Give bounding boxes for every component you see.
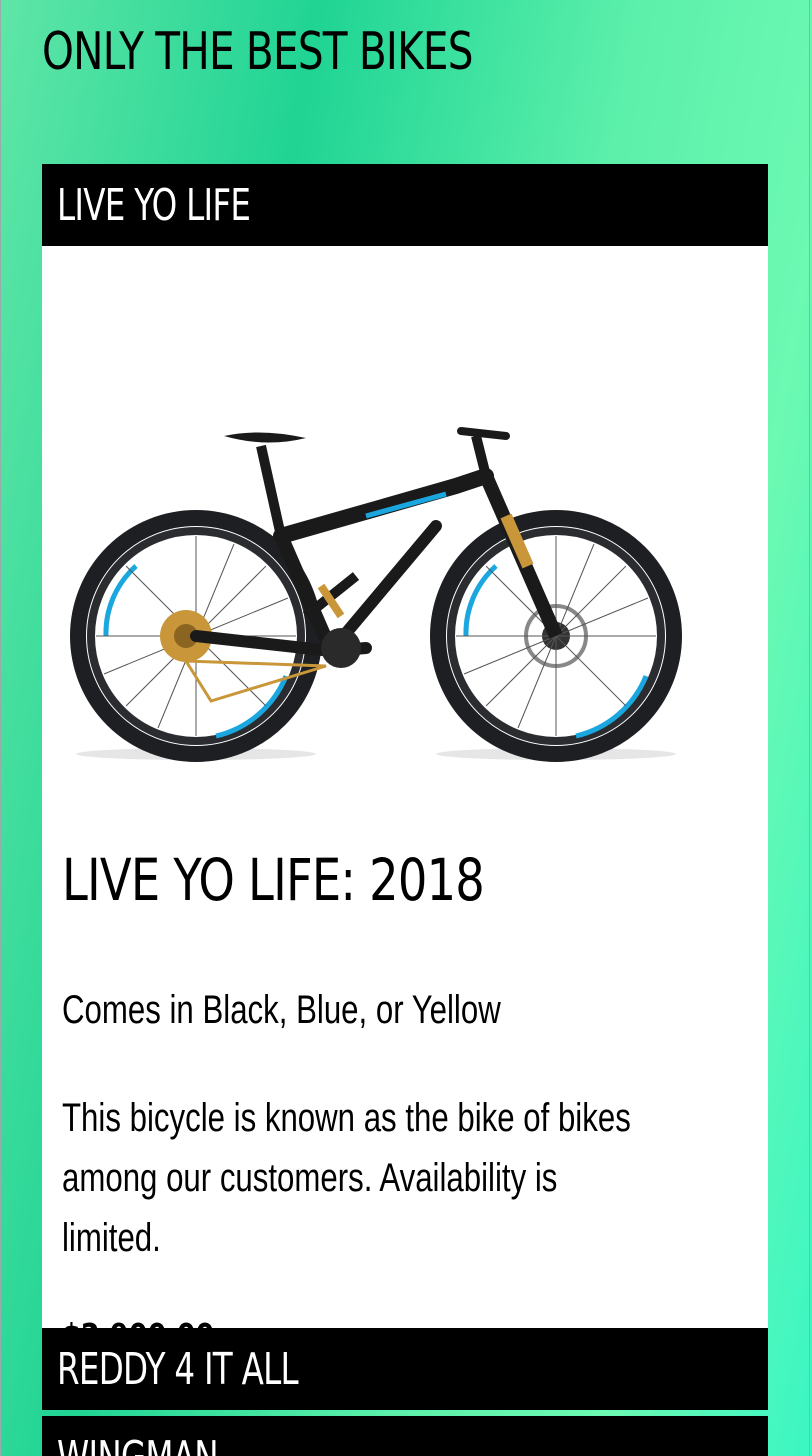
accordion-header-wingman[interactable]: WINGMAN xyxy=(42,1416,768,1456)
bike-accordion: LIVE YO LIFE LIVE YO LIFE: 2018 Comes in… xyxy=(42,164,768,1456)
product-title: LIVE YO LIFE: 2018 xyxy=(62,846,485,914)
mountain-bike-image xyxy=(70,427,682,762)
product-colors: Comes in Black, Blue, or Yellow xyxy=(62,988,501,1032)
product-description: This bicycle is known as the bike of bik… xyxy=(62,1096,631,1260)
accordion-header-label: LIVE YO LIFE xyxy=(57,179,251,231)
accordion-header-label: REDDY 4 IT ALL xyxy=(57,1343,299,1395)
accordion-header-live-yo-life[interactable]: LIVE YO LIFE xyxy=(42,164,768,246)
accordion-header-label: WINGMAN xyxy=(57,1432,219,1456)
page-title: ONLY THE BEST BIKES xyxy=(42,22,474,82)
accordion-panel-live-yo-life: LIVE YO LIFE: 2018 Comes in Black, Blue,… xyxy=(42,246,768,1355)
